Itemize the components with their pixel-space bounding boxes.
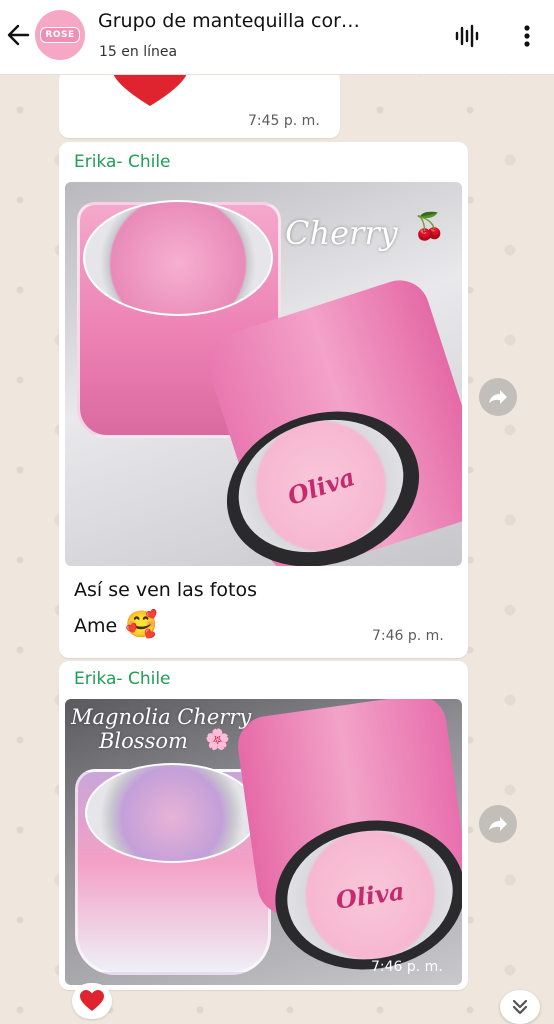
message-bubble[interactable]: 7:45 p. m. (59, 70, 340, 138)
message-bubble[interactable]: Erika- Chile Oliva Magnolia Cherry Bloss… (59, 661, 468, 990)
message-time: 7:45 p. m. (248, 113, 320, 129)
reaction-heart-icon[interactable] (72, 983, 112, 1019)
back-arrow-icon[interactable] (6, 20, 32, 50)
heart-sticker-icon (112, 70, 188, 110)
jar-rim (83, 200, 273, 316)
chat-title[interactable]: Grupo de mantequilla cor… (98, 10, 420, 32)
group-avatar[interactable]: ROSE (35, 10, 85, 60)
message-photo[interactable]: Oliva Cherry 🍒 (65, 182, 462, 566)
message-photo[interactable]: Oliva Magnolia Cherry Blossom 🌸 7:46 p. … (65, 699, 462, 985)
message-text: Así se ven las fotos (74, 579, 258, 601)
cherry-blossom-icon: 🌸 (205, 727, 230, 751)
sender-name: Erika- Chile (74, 152, 171, 172)
online-status: 15 en línea (99, 44, 178, 60)
cherry-icon: 🍒 (413, 212, 446, 242)
sender-name: Erika- Chile (74, 669, 171, 689)
photo-caption-line1: Magnolia Cherry (71, 705, 252, 729)
scroll-to-bottom-icon[interactable] (500, 990, 540, 1024)
more-vertical-icon[interactable] (514, 22, 540, 50)
avatar-label: ROSE (40, 27, 80, 43)
message-bubble[interactable]: Erika- Chile Oliva Cherry 🍒 Así se ven l… (59, 142, 468, 658)
forward-icon[interactable] (479, 378, 517, 416)
photo-caption-line2: Blossom (99, 729, 188, 753)
photo-caption: Cherry (285, 214, 398, 252)
message-text: Ame (74, 615, 118, 637)
chat-header: ROSE Grupo de mantequilla cor… 15 en lín… (0, 0, 554, 75)
jar-rim (85, 763, 259, 863)
message-time: 7:46 p. m. (371, 959, 443, 975)
forward-icon[interactable] (479, 805, 517, 843)
smiling-face-with-hearts-icon: 🥰 (125, 610, 158, 640)
jar-brand: Oliva (333, 875, 406, 915)
voice-call-icon[interactable] (453, 22, 481, 50)
message-time: 7:46 p. m. (372, 628, 444, 644)
jar-brand: Oliva (283, 461, 359, 511)
